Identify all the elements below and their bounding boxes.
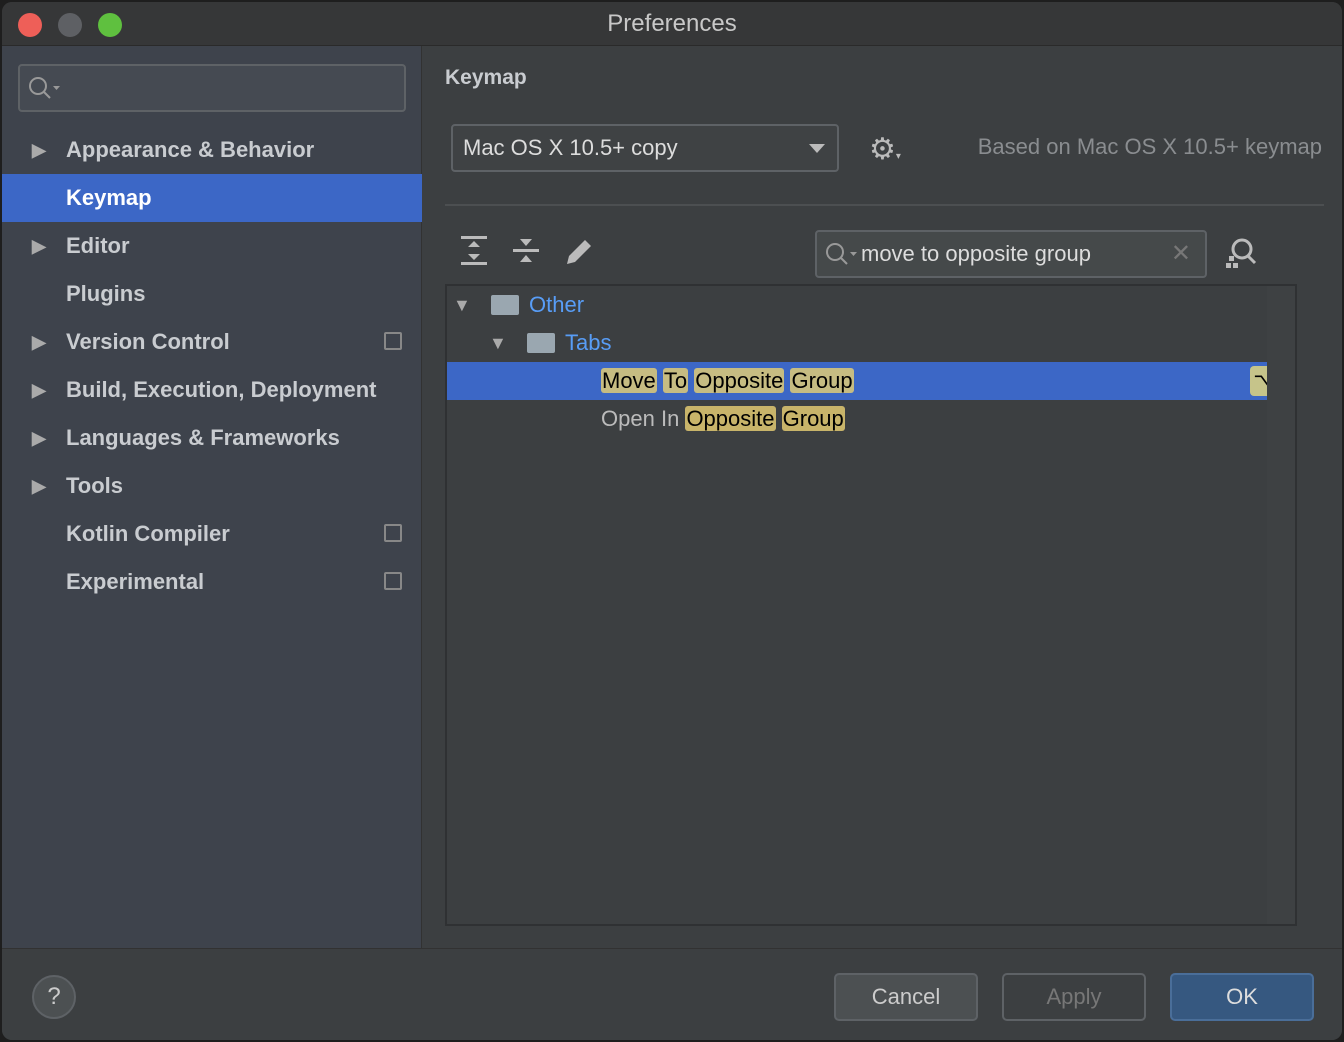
ok-button[interactable]: OK bbox=[1170, 973, 1314, 1021]
sidebar-item-editor[interactable]: ▶ Editor bbox=[2, 222, 422, 270]
gear-icon[interactable]: ⚙▾ bbox=[869, 132, 901, 167]
collapsed-arrow-icon[interactable]: ▶ bbox=[32, 462, 46, 510]
project-settings-icon bbox=[384, 332, 402, 350]
based-on-label: Based on Mac OS X 10.5+ keymap bbox=[977, 134, 1322, 159]
action-word: Group bbox=[790, 368, 854, 393]
expanded-arrow-icon[interactable]: ▼ bbox=[489, 324, 507, 362]
action-row[interactable]: Move To Opposite Group⌥. bbox=[447, 362, 1295, 400]
action-row[interactable]: Open In Opposite Group bbox=[447, 400, 1295, 438]
keymap-select-value: Mac OS X 10.5+ copy bbox=[463, 135, 678, 160]
tree-group-tabs[interactable]: ▼ Tabs bbox=[447, 324, 1295, 362]
sidebar-item-label: Editor bbox=[66, 233, 130, 258]
collapsed-arrow-icon[interactable]: ▶ bbox=[32, 414, 46, 462]
expanded-arrow-icon[interactable]: ▼ bbox=[453, 286, 471, 324]
title-bar: Preferences bbox=[2, 2, 1342, 46]
project-settings-icon bbox=[384, 572, 402, 590]
page-title: Keymap bbox=[445, 66, 527, 89]
action-word: To bbox=[662, 368, 689, 393]
collapse-all-icon[interactable] bbox=[513, 236, 541, 266]
sidebar-item-version-control[interactable]: ▶ Version Control bbox=[2, 318, 422, 366]
action-word: Move bbox=[601, 368, 657, 393]
apply-button[interactable]: Apply bbox=[1002, 973, 1146, 1021]
sidebar-item-label: Kotlin Compiler bbox=[66, 521, 230, 546]
window-title: Preferences bbox=[607, 10, 737, 37]
action-word: Open bbox=[601, 406, 655, 431]
search-icon bbox=[29, 77, 60, 99]
sidebar-item-label: Languages & Frameworks bbox=[66, 425, 340, 450]
sidebar-item-keymap[interactable]: Keymap bbox=[2, 174, 422, 222]
project-settings-icon bbox=[384, 524, 402, 542]
button-bar: ? Cancel Apply OK bbox=[2, 948, 1342, 1040]
collapsed-arrow-icon[interactable]: ▶ bbox=[32, 126, 46, 174]
folder-icon bbox=[491, 295, 519, 315]
sidebar-item-tools[interactable]: ▶ Tools bbox=[2, 462, 422, 510]
collapsed-arrow-icon[interactable]: ▶ bbox=[32, 318, 46, 366]
sidebar-item-label: Build, Execution, Deployment bbox=[66, 377, 377, 402]
action-word: Group bbox=[781, 406, 845, 431]
filter-value: move to opposite group bbox=[861, 241, 1091, 266]
zoom-button[interactable] bbox=[98, 13, 122, 37]
tree-group-other[interactable]: ▼ Other bbox=[447, 286, 1295, 324]
search-icon bbox=[826, 243, 857, 265]
sidebar-item-label: Tools bbox=[66, 473, 124, 498]
expand-all-icon[interactable] bbox=[461, 236, 489, 266]
sidebar: ▶ Appearance & Behavior Keymap ▶ Editor Plugi… bbox=[2, 46, 422, 948]
sidebar-item-appearance-behavior[interactable]: ▶ Appearance & Behavior bbox=[2, 126, 422, 174]
keymap-tree: ▼ Other ▼ Tabs Move To Opposite Group⌥.O… bbox=[445, 284, 1297, 926]
minimize-button[interactable] bbox=[58, 13, 82, 37]
keymap-select[interactable]: Mac OS X 10.5+ copy bbox=[451, 124, 839, 172]
edit-pencil-icon[interactable] bbox=[565, 236, 595, 266]
action-filter-input[interactable]: move to opposite group ✕ bbox=[815, 230, 1207, 278]
sidebar-item-build-execution-deployment[interactable]: ▶ Build, Execution, Deployment bbox=[2, 366, 422, 414]
find-shortcut-icon[interactable] bbox=[1225, 236, 1259, 270]
action-word: In bbox=[660, 406, 680, 431]
keymap-panel: Keymap Mac OS X 10.5+ copy ⚙▾ Based on M… bbox=[423, 46, 1342, 948]
divider bbox=[445, 204, 1324, 206]
action-word: Opposite bbox=[685, 406, 776, 431]
scrollbar[interactable] bbox=[1267, 286, 1295, 924]
settings-search-input[interactable] bbox=[18, 64, 406, 112]
cancel-button[interactable]: Cancel bbox=[834, 973, 978, 1021]
sidebar-item-experimental[interactable]: Experimental bbox=[2, 558, 422, 606]
sidebar-item-label: Plugins bbox=[66, 281, 146, 306]
folder-icon bbox=[527, 333, 555, 353]
sidebar-item-languages-frameworks[interactable]: ▶ Languages & Frameworks bbox=[2, 414, 422, 462]
chevron-down-icon bbox=[809, 144, 825, 153]
sidebar-item-kotlin-compiler[interactable]: Kotlin Compiler bbox=[2, 510, 422, 558]
sidebar-item-label: Version Control bbox=[66, 329, 230, 354]
sidebar-item-label: Experimental bbox=[66, 569, 205, 594]
sidebar-item-label: Keymap bbox=[66, 185, 152, 210]
group-label: Other bbox=[529, 292, 585, 317]
action-word: Opposite bbox=[694, 368, 785, 393]
preferences-window: Preferences ▶ Appearance & Behavior Keymap… bbox=[2, 2, 1342, 1040]
sidebar-item-plugins[interactable]: Plugins bbox=[2, 270, 422, 318]
clear-icon[interactable]: ✕ bbox=[1171, 232, 1191, 276]
sidebar-item-label: Appearance & Behavior bbox=[66, 137, 315, 162]
collapsed-arrow-icon[interactable]: ▶ bbox=[32, 222, 46, 270]
subgroup-label: Tabs bbox=[565, 330, 612, 355]
close-button[interactable] bbox=[18, 13, 42, 37]
collapsed-arrow-icon[interactable]: ▶ bbox=[32, 366, 46, 414]
help-button[interactable]: ? bbox=[32, 975, 76, 1019]
